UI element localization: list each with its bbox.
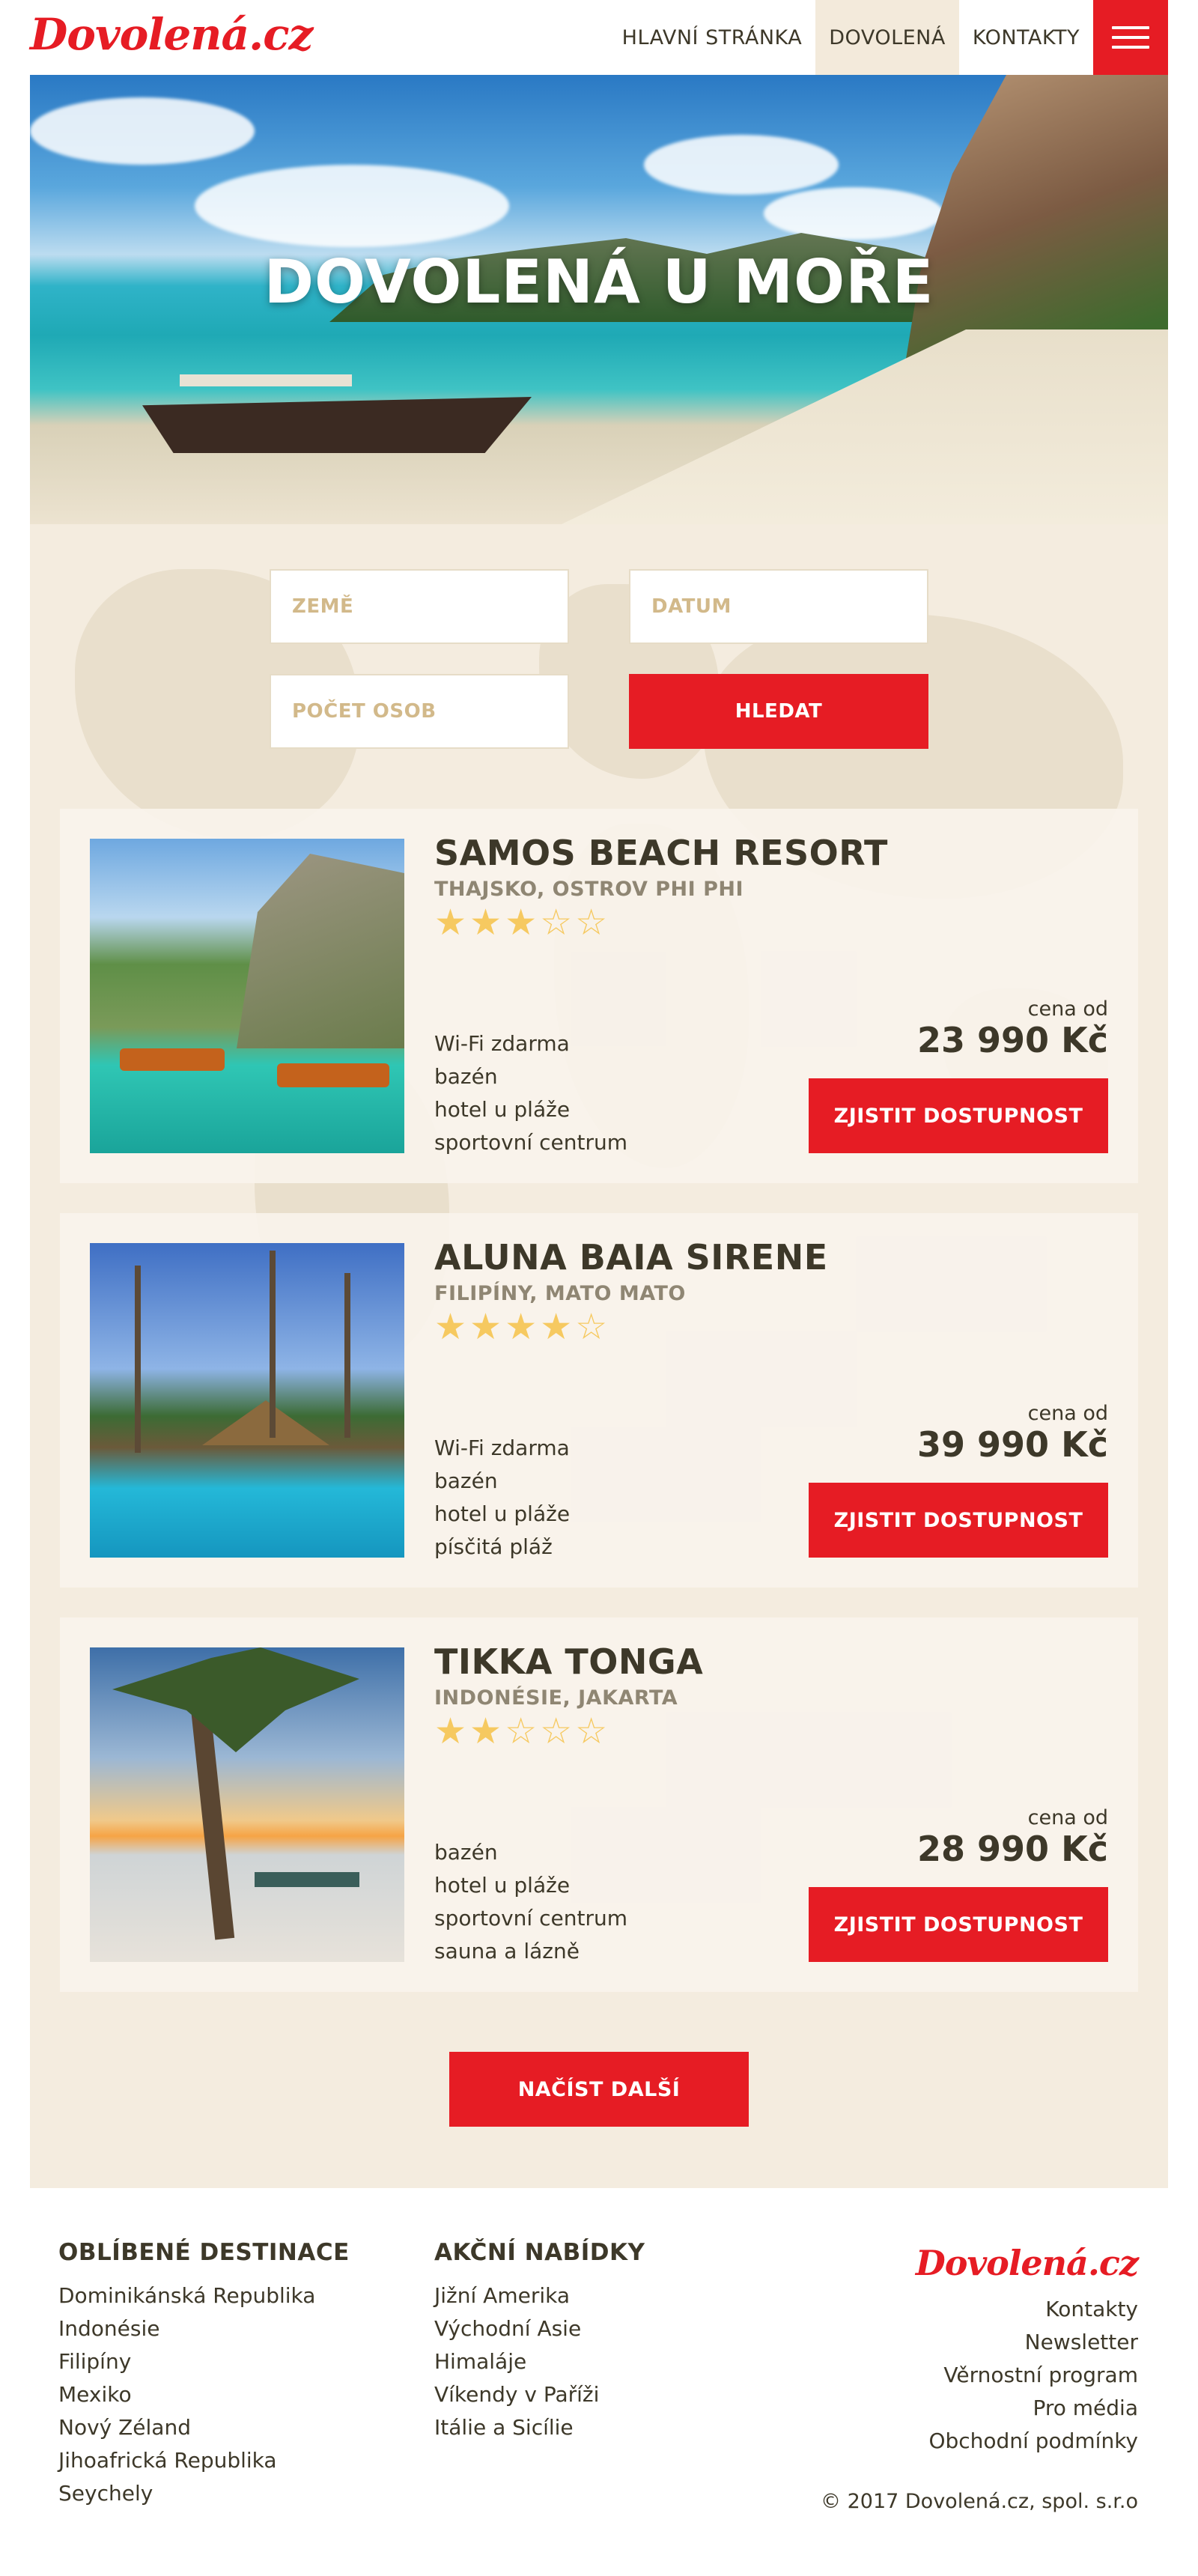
star-rating: ★ ★ ★ ★ ☆ [434,1309,607,1345]
price: 39 990 Kč [917,1424,1108,1465]
price-label: cena od [1027,1806,1108,1829]
site-header: Dovolená.cz HLAVNÍ STRÁNKA DOVOLENÁ KONT… [0,0,1198,75]
star-filled-icon: ★ [469,902,502,944]
star-filled-icon: ★ [505,902,538,944]
feature-item: hotel u pláže [434,1501,571,1526]
footer-link[interactable]: Víkendy v Paříži [434,2378,645,2411]
hamburger-icon [1112,26,1149,29]
hotel-name[interactable]: SAMOS BEACH RESORT [434,833,888,873]
hotel-photo [90,1243,404,1558]
star-filled-icon: ★ [434,1710,467,1752]
star-empty-icon: ☆ [540,902,573,944]
footer-destinations: OBLÍBENÉ DESTINACE Dominikánská Republik… [58,2239,350,2510]
check-availability-button[interactable]: ZJISTIT DOSTUPNOST [809,1483,1108,1558]
hotel-location: THAJSKO, OSTROV PHI PHI [434,878,744,901]
footer-link[interactable]: Jižní Amerika [434,2279,645,2312]
feature-item: Wi-Fi zdarma [434,1031,570,1056]
hotel-location: FILIPÍNY, MATO MATO [434,1282,686,1305]
hotel-photo [90,839,404,1153]
footer-link[interactable]: Dominikánská Republika [58,2279,350,2312]
footer-logo[interactable]: Dovolená.cz [916,2243,1139,2283]
star-filled-icon: ★ [434,1306,467,1348]
feature-item: sportovní centrum [434,1906,627,1931]
sand-beach [562,329,1168,524]
star-filled-icon: ★ [540,1306,573,1348]
hotel-name[interactable]: TIKKA TONGA [434,1641,703,1682]
hero-title: DOVOLENÁ U MOŘE [264,247,934,317]
footer-link[interactable]: Nový Zéland [58,2411,350,2444]
hotel-card: ALUNA BAIA SIRENE FILIPÍNY, MATO MATO ★ ★… [60,1213,1138,1588]
star-empty-icon: ☆ [540,1710,573,1752]
feature-list: bazén hotel u pláže sportovní centrum sa… [434,1836,627,1968]
persons-field[interactable]: POČET OSOB [270,674,569,749]
hotel-card: SAMOS BEACH RESORT THAJSKO, OSTROV PHI P… [60,809,1138,1183]
star-filled-icon: ★ [434,902,467,944]
check-availability-button[interactable]: ZJISTIT DOSTUPNOST [809,1078,1108,1153]
footer-link[interactable]: Indonésie [58,2312,350,2345]
feature-item: sportovní centrum [434,1130,627,1155]
footer-offers: AKČNÍ NABÍDKY Jižní Amerika Východní Asi… [434,2239,645,2444]
star-rating: ★ ★ ☆ ☆ ☆ [434,1713,607,1749]
hotel-photo [90,1647,404,1962]
feature-list: Wi-Fi zdarma bazén hotel u pláže sportov… [434,1027,627,1159]
nav-item-home[interactable]: HLAVNÍ STRÁNKA [609,0,816,75]
feature-item: hotel u pláže [434,1097,571,1122]
price: 28 990 Kč [917,1829,1108,1869]
star-empty-icon: ☆ [575,1306,608,1348]
site-logo[interactable]: Dovolená.cz [30,9,313,60]
price-label: cena od [1027,1402,1108,1425]
feature-item: písčitá pláž [434,1534,553,1559]
feature-item: bazén [434,1468,498,1493]
main-nav: HLAVNÍ STRÁNKA DOVOLENÁ KONTAKTY [609,0,1168,75]
footer-link-terms[interactable]: Obchodní podmínky [928,2425,1138,2458]
price-label: cena od [1027,997,1108,1021]
star-filled-icon: ★ [469,1710,502,1752]
load-more-button[interactable]: NAČÍST DALŠÍ [449,2052,749,2127]
main-content: ZEMĚ DATUM POČET OSOB HLEDAT SAMOS BEACH… [30,524,1168,2188]
footer-link[interactable]: Východní Asie [434,2312,645,2345]
footer-info-links: Kontakty Newsletter Věrnostní program Pr… [928,2293,1138,2458]
search-button[interactable]: HLEDAT [629,674,928,749]
footer-link-contacts[interactable]: Kontakty [928,2293,1138,2326]
footer-link[interactable]: Mexiko [58,2378,350,2411]
check-availability-button[interactable]: ZJISTIT DOSTUPNOST [809,1887,1108,1962]
footer-link[interactable]: Jihoafrická Republika [58,2444,350,2477]
feature-item: bazén [434,1840,498,1865]
feature-item: hotel u pláže [434,1873,571,1898]
star-rating: ★ ★ ★ ☆ ☆ [434,905,607,941]
longtail-boat [142,397,532,453]
star-empty-icon: ☆ [575,1710,608,1752]
nav-item-holidays[interactable]: DOVOLENÁ [815,0,959,75]
hotel-location: INDONÉSIE, JAKARTA [434,1686,678,1710]
star-filled-icon: ★ [469,1306,502,1348]
hamburger-menu-button[interactable] [1093,0,1168,75]
date-field[interactable]: DATUM [629,569,928,644]
feature-item: bazén [434,1064,498,1089]
footer-link[interactable]: Filipíny [58,2345,350,2378]
footer-link-newsletter[interactable]: Newsletter [928,2326,1138,2359]
price: 23 990 Kč [917,1020,1108,1060]
feature-item: sauna a lázně [434,1939,580,1963]
feature-list: Wi-Fi zdarma bazén hotel u pláže písčitá… [434,1432,570,1564]
footer-link[interactable]: Himaláje [434,2345,645,2378]
nav-item-contacts[interactable]: KONTAKTY [959,0,1093,75]
copyright: © 2017 Dovolená.cz, spol. s.r.o [821,2490,1138,2513]
country-field[interactable]: ZEMĚ [270,569,569,644]
hero-banner: DOVOLENÁ U MOŘE [30,75,1168,524]
star-filled-icon: ★ [505,1306,538,1348]
footer-link[interactable]: Seychely [58,2477,350,2510]
star-empty-icon: ☆ [505,1710,538,1752]
star-empty-icon: ☆ [575,902,608,944]
footer-link-media[interactable]: Pro média [928,2392,1138,2425]
hotel-name[interactable]: ALUNA BAIA SIRENE [434,1237,828,1278]
footer-heading: OBLÍBENÉ DESTINACE [58,2239,350,2266]
footer-heading: AKČNÍ NABÍDKY [434,2239,645,2266]
feature-item: Wi-Fi zdarma [434,1436,570,1460]
footer-link[interactable]: Itálie a Sicílie [434,2411,645,2444]
footer-link-loyalty[interactable]: Věrnostní program [928,2359,1138,2392]
hotel-card: TIKKA TONGA INDONÉSIE, JAKARTA ★ ★ ☆ ☆ ☆ baz… [60,1617,1138,1992]
